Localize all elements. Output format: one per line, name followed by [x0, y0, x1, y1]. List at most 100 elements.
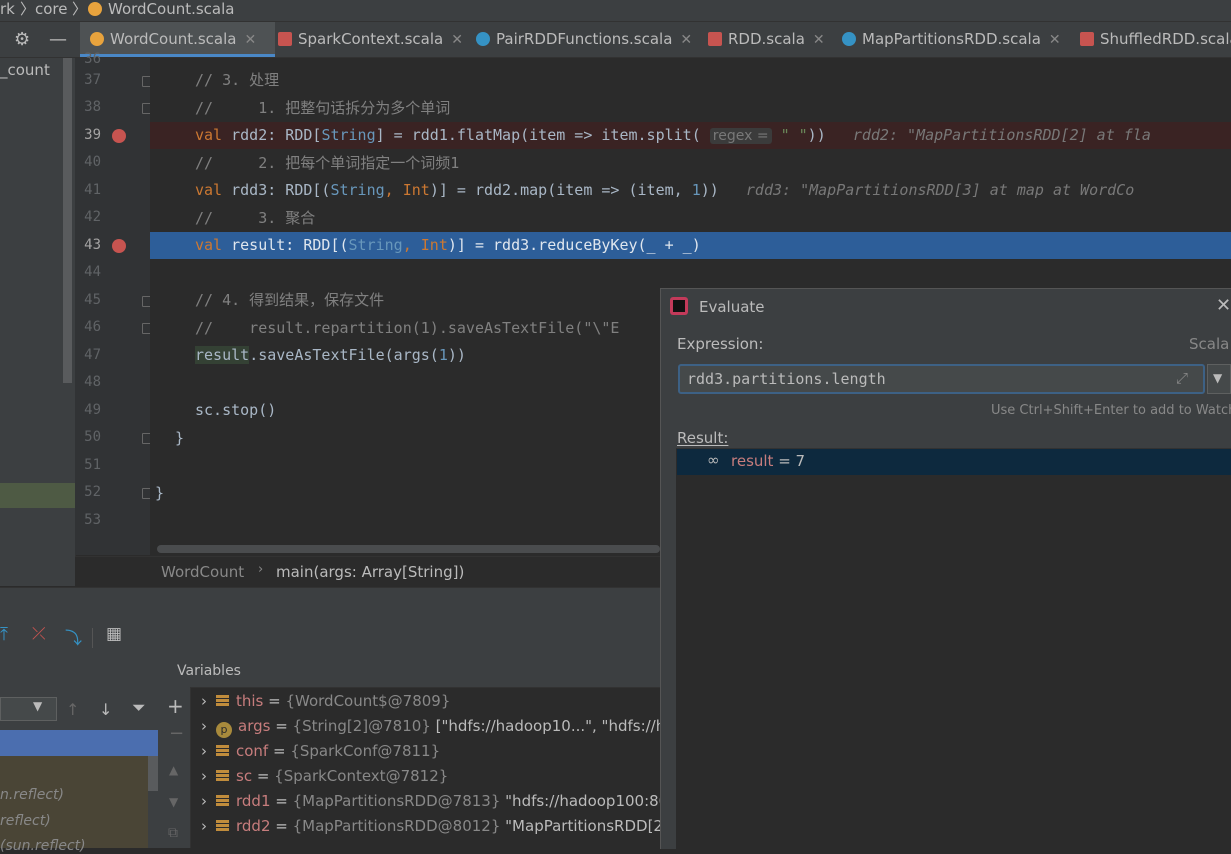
- code-line-38: // 1. 把整句话拆分为多个单词: [195, 99, 451, 117]
- line-number: 37: [84, 72, 101, 88]
- expand-arrow-icon[interactable]: ›: [201, 792, 207, 810]
- field-icon: [216, 770, 229, 782]
- copy-icon[interactable]: ⧉: [168, 825, 178, 841]
- language-selector[interactable]: Scala: [1189, 335, 1229, 353]
- breakpoint-icon[interactable]: [112, 239, 126, 253]
- scala-class-icon: [476, 32, 490, 46]
- code-line-42: // 3. 聚合: [195, 209, 316, 227]
- expand-arrow-icon[interactable]: ›: [201, 717, 207, 735]
- expand-arrow-icon[interactable]: ›: [201, 692, 207, 710]
- code-line-41: val rdd3: RDD[(String, Int)] = rdd2.map(…: [195, 181, 1135, 199]
- line-number: 41: [84, 182, 101, 198]
- gear-icon[interactable]: ⚙: [14, 22, 30, 57]
- line-number: 52: [84, 484, 101, 500]
- frame-item[interactable]: (sun.reflect): [0, 838, 86, 854]
- breadcrumb-method[interactable]: main(args: Array[String]): [276, 563, 464, 581]
- close-icon[interactable]: ✕: [813, 32, 825, 48]
- variable-row[interactable]: › sc = {SparkContext@7812}: [191, 764, 660, 789]
- line-number: 39: [84, 127, 101, 143]
- tab-rdd[interactable]: RDD.scala ✕: [708, 22, 825, 57]
- variable-row[interactable]: › this = {WordCount$@7809}: [191, 689, 660, 714]
- line-number: 40: [84, 154, 101, 170]
- thread-selector[interactable]: ▼: [0, 697, 57, 721]
- line-number: 47: [84, 347, 101, 363]
- expression-input[interactable]: rdd3.partitions.length ⤢: [678, 364, 1205, 394]
- evaluate-expression-icon[interactable]: ▦: [106, 624, 122, 644]
- variables-title: Variables: [177, 663, 241, 679]
- arrow-down-icon[interactable]: ↓: [99, 700, 112, 719]
- expand-arrow-icon[interactable]: ›: [201, 742, 207, 760]
- move-down-icon[interactable]: ▼: [169, 795, 178, 809]
- variables-tree: › this = {WordCount$@7809} › p args = {Stri…: [191, 688, 660, 848]
- editor-horizontal-scrollbar[interactable]: [157, 545, 660, 553]
- drop-frame-icon[interactable]: ⤫: [32, 624, 46, 644]
- frames-scrollbar[interactable]: [148, 756, 158, 791]
- tab-mappartitionsrdd[interactable]: MapPartitionsRDD.scala ✕: [842, 22, 1061, 57]
- result-row[interactable]: ∞ result = 7: [677, 449, 1231, 475]
- breadcrumb-file[interactable]: WordCount.scala: [108, 0, 234, 19]
- variable-row[interactable]: › rdd2 = {MapPartitionsRDD@8012} "MapPart…: [191, 814, 660, 839]
- expand-arrow-icon[interactable]: ›: [201, 817, 207, 835]
- add-watch-icon[interactable]: +: [167, 694, 184, 718]
- close-icon[interactable]: ✕: [1216, 295, 1231, 316]
- variables-side-toolbar: + − ▲ ▼ ⧉: [160, 687, 191, 848]
- structure-breadcrumb: WordCount › main(args: Array[String]): [75, 556, 660, 587]
- dialog-title: Evaluate: [699, 298, 765, 316]
- breadcrumb-class[interactable]: WordCount: [161, 563, 244, 581]
- step-out-icon[interactable]: ⤒: [0, 624, 8, 645]
- line-number: 48: [84, 374, 101, 390]
- scala-class-icon: [278, 32, 292, 46]
- line-number: 36: [84, 51, 101, 67]
- minimize-icon[interactable]: —: [49, 22, 67, 57]
- line-number: 42: [84, 209, 101, 225]
- line-number: 53: [84, 512, 101, 528]
- line-number: 50: [84, 429, 101, 445]
- watch-glasses-icon: ∞: [707, 451, 720, 469]
- frame-selected[interactable]: [0, 730, 158, 756]
- variable-row[interactable]: › rdd1 = {MapPartitionsRDD@7813} "hdfs://…: [191, 789, 660, 814]
- expression-text[interactable]: rdd3.partitions.length: [687, 370, 886, 388]
- parameter-hint: regex =: [709, 128, 772, 144]
- toolbar-separator: [92, 628, 93, 648]
- chevron-right-icon: 〉: [20, 0, 36, 18]
- tab-pairrddfunctions[interactable]: PairRDDFunctions.scala ✕: [476, 22, 692, 57]
- tab-sparkcontext[interactable]: SparkContext.scala ✕: [278, 22, 463, 57]
- result-name: result: [731, 452, 774, 470]
- project-scrollbar[interactable]: [63, 58, 72, 383]
- run-to-cursor-icon[interactable]: ⤵: [65, 624, 82, 649]
- line-number: 49: [84, 402, 101, 418]
- close-icon[interactable]: ✕: [451, 32, 463, 48]
- expression-label: Expression:: [677, 335, 764, 353]
- chevron-right-icon: ›: [258, 562, 264, 577]
- arrow-up-icon[interactable]: ↑: [66, 700, 79, 719]
- frame-item[interactable]: reflect): [0, 813, 51, 829]
- breadcrumb-package[interactable]: core: [35, 0, 68, 19]
- variable-row[interactable]: › p args = {String[2]@7810} ["hdfs://hadoo…: [191, 714, 660, 739]
- tab-wordcount[interactable]: WordCount.scala ✕: [80, 22, 275, 57]
- project-tree-selection: [0, 483, 75, 508]
- history-dropdown[interactable]: ▼: [1207, 364, 1231, 394]
- frame-item[interactable]: n.reflect): [0, 787, 64, 803]
- breadcrumb-module[interactable]: rk: [0, 0, 15, 19]
- line-number: 51: [84, 457, 101, 473]
- move-up-icon[interactable]: ▲: [169, 763, 178, 777]
- close-icon[interactable]: ✕: [1049, 32, 1061, 48]
- frames-panel: ▼ ↑ ↓ ⏷ n.reflect) reflect) (sun.reflect…: [0, 657, 161, 854]
- filter-icon[interactable]: ⏷: [132, 698, 146, 718]
- inline-debug-value: rdd3: "MapPartitionsRDD[3] at map at Wor…: [745, 181, 1135, 199]
- line-number: 44: [84, 264, 101, 280]
- file-breadcrumb: rk 〉 core 〉 WordCount.scala: [0, 0, 1231, 22]
- tab-shuffledrdd[interactable]: ShuffledRDD.scala: [1080, 22, 1231, 57]
- expand-icon[interactable]: ⤢: [1176, 369, 1188, 387]
- field-icon: [216, 745, 229, 757]
- intellij-logo-icon: [670, 297, 688, 315]
- project-tree-item[interactable]: _count: [0, 61, 50, 79]
- close-icon[interactable]: ✕: [244, 32, 256, 48]
- variables-header: Variables: [160, 657, 660, 688]
- remove-watch-icon[interactable]: −: [169, 723, 184, 744]
- variable-row[interactable]: › conf = {SparkConf@7811}: [191, 739, 660, 764]
- close-icon[interactable]: ✕: [680, 32, 692, 48]
- breakpoint-icon[interactable]: [112, 129, 126, 143]
- expand-arrow-icon[interactable]: ›: [201, 767, 207, 785]
- scala-class-icon: [842, 32, 856, 46]
